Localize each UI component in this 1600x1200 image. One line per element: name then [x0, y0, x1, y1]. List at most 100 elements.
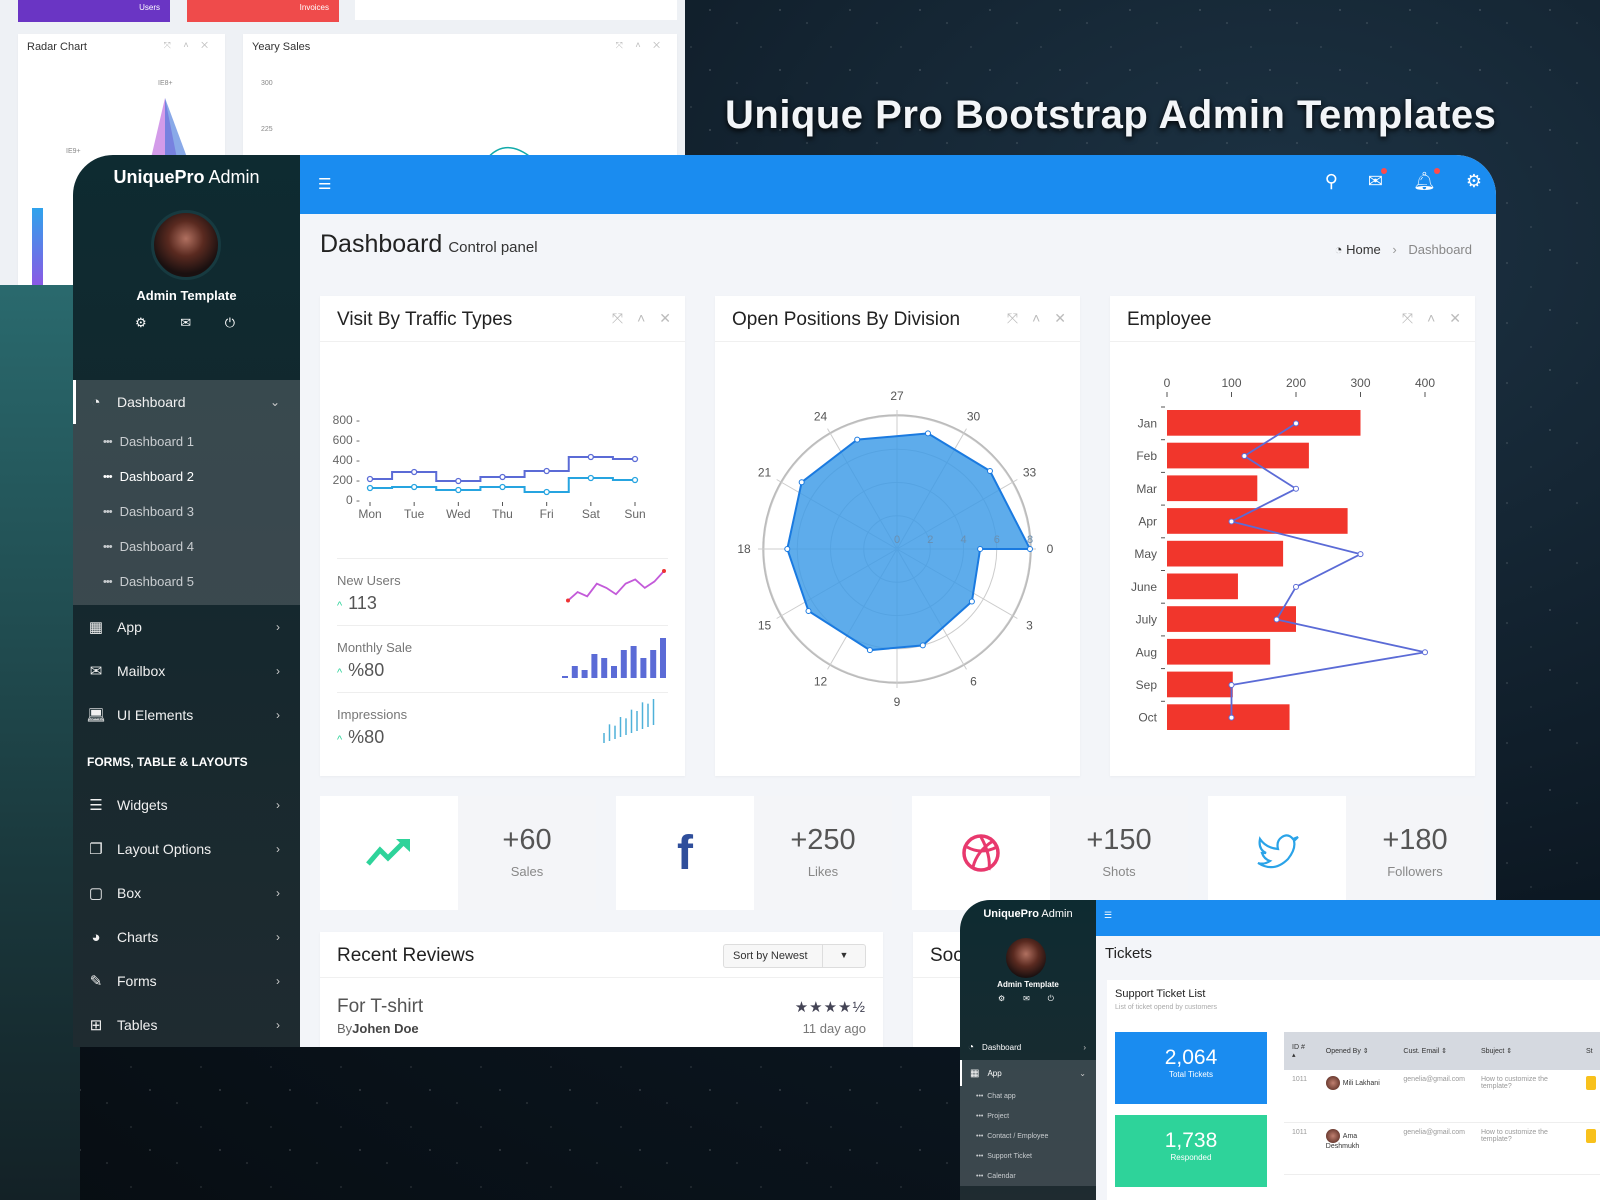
mail-icon[interactable]: ✉ [1368, 168, 1387, 192]
cell-email: genelia@gmail.com [1395, 1070, 1473, 1123]
avatar[interactable] [151, 210, 221, 280]
data-point [919, 642, 926, 649]
expand-icon[interactable]: ⤧ [612, 310, 623, 327]
sidebar-item-dashboard[interactable]: ◔ Dashboard ⌄ [73, 380, 300, 424]
bell-icon[interactable]: 🔔︎ [1413, 168, 1440, 192]
chevron-down-icon: ⌄ [1079, 1068, 1086, 1078]
user-name: Admin Template [997, 980, 1059, 989]
sort-dropdown[interactable]: Sort by Newest ▼ [723, 944, 866, 968]
cell-subject: How to customize the template? [1472, 1122, 1578, 1175]
users-tile: Users [18, 0, 170, 22]
employee-card: Employee ⤧ ˄ ✕ 0 100 200 300 400 Jan Feb Mar Apr Ma… [1110, 296, 1475, 776]
data-point [587, 474, 594, 482]
sidebar-subitem-dashboard-3[interactable]: ••• Dashboard 3 [73, 494, 300, 529]
brand-logo[interactable]: UniquePro Admin [73, 167, 300, 188]
close-icon[interactable]: ✕ [1054, 310, 1066, 327]
spark-bar [640, 658, 647, 678]
gear-icon[interactable]: ⚙ [135, 315, 147, 331]
y-tick-label: Apr [1138, 514, 1157, 528]
grid-icon: ▦ [88, 619, 104, 636]
mini-nav-dashboard: ◔ Dashboard › [960, 1034, 1096, 1060]
expand-icon[interactable]: ⤧ [1007, 310, 1018, 327]
collapse-icon[interactable]: ˄ [1427, 310, 1435, 327]
mini-subitem: ••• Contact / Employee [976, 1132, 1049, 1140]
y-tick: 225 [261, 126, 273, 133]
review-time: 11 day ago [802, 1021, 866, 1036]
mini-subitem: ••• Chat app [976, 1092, 1016, 1100]
expand-icon[interactable]: ⤧ [1402, 310, 1413, 327]
data-point [1273, 616, 1280, 623]
social-label: Sales [510, 864, 544, 879]
mail-icon: ✉ [89, 663, 103, 680]
page-subtitle: Control panel [448, 239, 538, 256]
sidebar-item-ui-elements[interactable]: 💻︎ UI Elements › [73, 693, 300, 737]
sidebar-subitem-label: Dashboard 3 [119, 504, 195, 519]
sidebar-item-forms[interactable]: ✎ Forms › [73, 959, 300, 1003]
sidebar-nav: ◔ Dashboard ⌄ ••• Dashboard 1 ••• Dashboar… [73, 380, 300, 1047]
sidebar-item-widgets[interactable]: ☰ Widgets › [73, 783, 300, 827]
breadcrumb-home[interactable]: Home [1346, 242, 1381, 257]
sidebar-item-mailbox[interactable]: ✉ Mailbox › [73, 649, 300, 693]
sidebar-item-tables[interactable]: ⊞ Tables › [73, 1003, 300, 1047]
cell-id: 1011 [1284, 1070, 1318, 1123]
sidebar-subitem-dashboard-4[interactable]: ••• Dashboard 4 [73, 529, 300, 564]
data-point [455, 486, 462, 494]
angle-tick-label: 3 [1026, 619, 1033, 633]
sidebar-subitem-dashboard-1[interactable]: ••• Dashboard 1 [73, 424, 300, 459]
sidebar-item-charts[interactable]: ◕ Charts › [73, 915, 300, 959]
y-tick-label: 0 - [346, 493, 360, 507]
spark-bar [562, 676, 568, 678]
sidebar-item-app[interactable]: ▦ App › [73, 605, 300, 649]
search-icon[interactable]: ⚲ [1325, 171, 1338, 192]
traffic-chart: 0 - 200 - 400 - 600 - 800 - Mon Tue Wed Thu Fri Sa… [333, 413, 646, 521]
gear-icon[interactable]: ⚙ [1466, 171, 1482, 192]
sidebar-item-label: Tables [117, 1017, 158, 1033]
angle-tick-label: 15 [758, 619, 772, 633]
stat-value-text: %80 [348, 660, 385, 680]
card-title: Recent Reviews [337, 945, 475, 966]
power-icon[interactable]: ⏻ [225, 315, 235, 331]
box-value: 2,064 [1164, 1046, 1218, 1069]
close-icon[interactable]: ✕ [659, 310, 671, 327]
sidebar-subitem-dashboard-2[interactable]: ••• Dashboard 2 [73, 459, 300, 494]
sidebar-item-layout-options[interactable]: ❐ Layout Options › [73, 827, 300, 871]
menu-icon: ☰ [89, 797, 103, 814]
users-tile-label: Users [139, 3, 160, 12]
nav-label: Dashboard [982, 1042, 1022, 1052]
chevron-right-icon: › [1083, 1042, 1086, 1052]
dots-icon: ••• [103, 435, 113, 448]
chevron-right-icon: › [276, 708, 280, 722]
sort-label: Sort by Newest [724, 945, 823, 967]
radius-tick-label: 4 [960, 534, 966, 546]
sidebar-item-label: Mailbox [117, 663, 166, 679]
pie-chart-icon: ◕ [91, 928, 101, 946]
hamburger-menu-icon[interactable]: ☰ [318, 175, 331, 193]
data-point [631, 455, 639, 463]
mail-icon[interactable]: ✉ [180, 315, 191, 331]
mini-subitem: ••• Project [976, 1112, 1010, 1120]
bar [1167, 671, 1233, 698]
avatar [1325, 1076, 1340, 1090]
chevron-right-icon: › [276, 886, 280, 900]
spark-bar [660, 638, 666, 678]
sidebar-item-box[interactable]: ▢ Box › [73, 871, 300, 915]
sidebar-subitem-dashboard-5[interactable]: ••• Dashboard 5 [73, 564, 300, 599]
data-point [1293, 583, 1299, 590]
data-point [543, 488, 550, 496]
bar [1167, 410, 1361, 436]
sidebar-item-label: UI Elements [117, 707, 194, 723]
col-opened-by: Opened By ⇕ [1317, 1032, 1396, 1070]
subitem-label: Chat app [987, 1092, 1016, 1100]
cell-name: Mili Lakhani [1342, 1079, 1380, 1087]
data-point [798, 479, 805, 486]
card-subtitle: List of ticket opend by customers [1115, 1004, 1217, 1011]
bar [1167, 540, 1284, 567]
collapse-icon[interactable]: ˄ [637, 310, 645, 327]
sidebar-subitem-label: Dashboard 1 [119, 434, 195, 449]
bar [1167, 704, 1290, 730]
y-tick: 300 [261, 80, 273, 87]
data-point [1027, 546, 1033, 552]
collapse-icon[interactable]: ˄ [1032, 310, 1040, 327]
close-icon[interactable]: ✕ [1449, 310, 1461, 327]
social-value: +180 [1382, 824, 1448, 856]
